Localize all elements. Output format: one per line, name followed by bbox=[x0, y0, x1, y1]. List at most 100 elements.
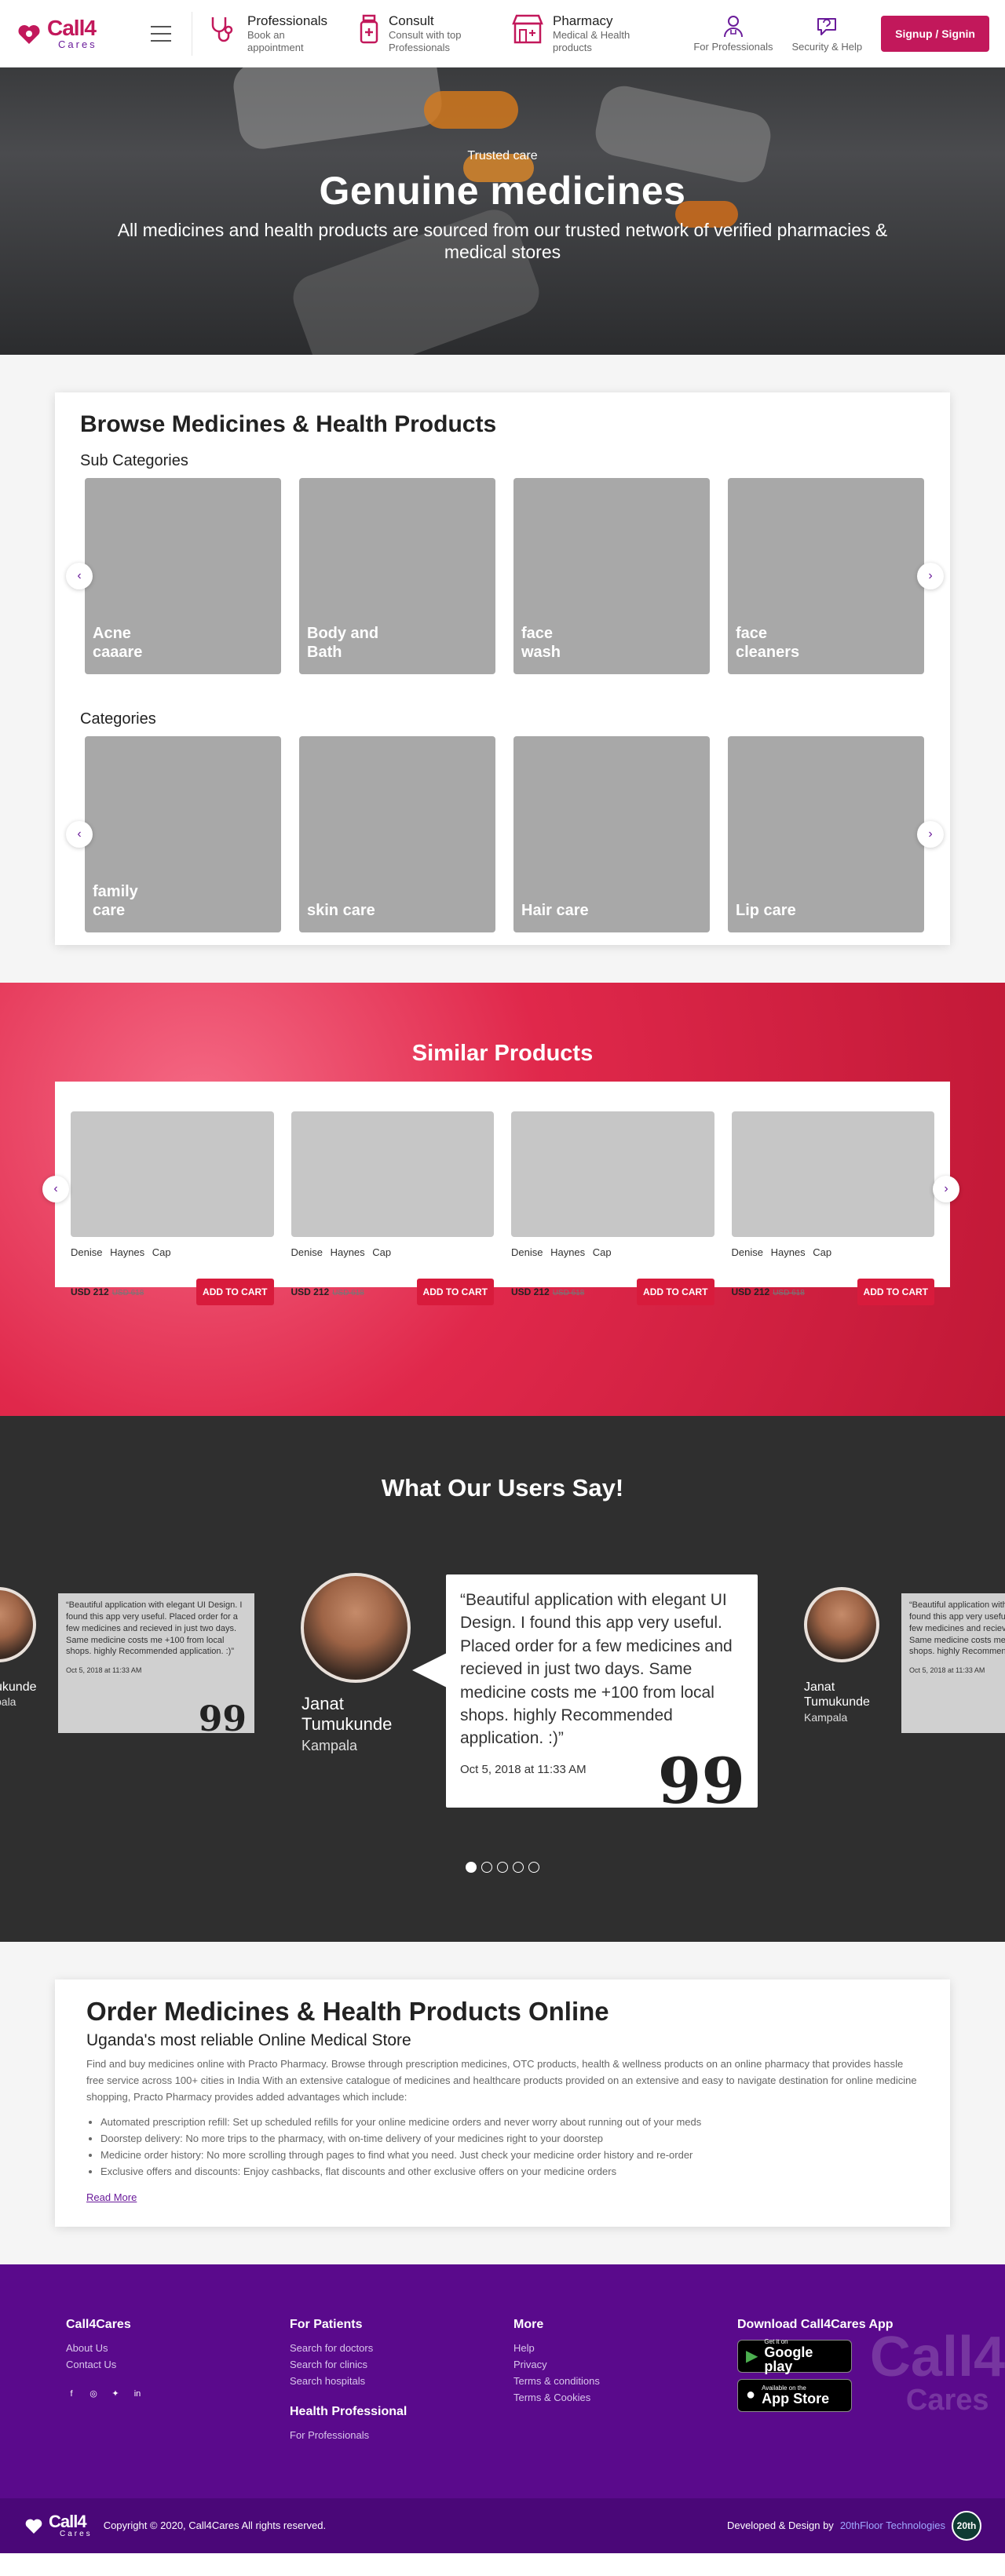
tile-label: face cleaners bbox=[736, 625, 800, 661]
footer-link[interactable]: Privacy bbox=[513, 2356, 737, 2373]
add-to-cart-button[interactable]: ADD TO CART bbox=[857, 1279, 934, 1305]
testimonial-city-partial: pala bbox=[0, 1695, 16, 1708]
store-big-text: App Store bbox=[762, 2391, 830, 2407]
browse-title: Browse Medicines & Health Products bbox=[80, 411, 497, 437]
nav-consult-sub: Consult with top Professionals bbox=[389, 28, 462, 54]
brand-logo[interactable]: Call4 Cares bbox=[16, 17, 133, 49]
order-subtitle: Uganda's most reliable Online Medical St… bbox=[86, 2031, 411, 2049]
testimonial-name: Janat Tumukunde bbox=[804, 1680, 870, 1709]
logo-sub-text: Cares bbox=[60, 2529, 93, 2538]
product-price: USD 212 USD 618 bbox=[732, 1286, 805, 1297]
footer-link-contact[interactable]: Contact Us bbox=[66, 2356, 290, 2373]
product-name[interactable]: Denise Haynes Cap bbox=[511, 1246, 714, 1258]
footer-col-more: More Help Privacy Terms & conditions Ter… bbox=[513, 2318, 737, 2443]
footer-link[interactable]: Search hospitals bbox=[290, 2373, 513, 2389]
doctor-icon bbox=[723, 16, 743, 38]
google-play-icon: ▶ bbox=[746, 2348, 758, 2366]
footer-link[interactable]: Help bbox=[513, 2340, 737, 2356]
category-tile[interactable]: skin care bbox=[299, 736, 495, 932]
linkedin-icon[interactable]: in bbox=[132, 2388, 143, 2399]
footer-link-about[interactable]: About Us bbox=[66, 2340, 290, 2356]
sub-category-tile[interactable]: Acne caaare bbox=[85, 478, 281, 674]
testimonials-section: What Our Users Say! ukunde pala “Beautif… bbox=[0, 1416, 1005, 1942]
sub-category-tile[interactable]: face cleaners bbox=[728, 478, 924, 674]
instagram-icon[interactable]: ◎ bbox=[88, 2388, 99, 2399]
carousel-next-button[interactable]: › bbox=[917, 821, 944, 848]
tile-label: Body and Bath bbox=[307, 625, 379, 661]
testimonial-name-partial: ukunde bbox=[0, 1680, 37, 1694]
for-professionals-link[interactable]: For Professionals bbox=[693, 14, 773, 53]
category-tile[interactable]: family care bbox=[85, 736, 281, 932]
testimonial-bubble-active: “Beautiful application with elegant UI D… bbox=[446, 1574, 758, 1818]
footer-link[interactable]: Terms & Cookies bbox=[513, 2389, 737, 2406]
product-card[interactable]: Denise Haynes Cap USD 212 USD 618 ADD TO … bbox=[71, 1111, 274, 1305]
bubble-pointer bbox=[412, 1653, 447, 1688]
carousel-prev-button[interactable]: ‹ bbox=[66, 563, 93, 589]
product-image[interactable] bbox=[71, 1111, 274, 1237]
facebook-icon[interactable]: f bbox=[66, 2388, 77, 2399]
nav-pharmacy-title: Pharmacy bbox=[553, 13, 613, 28]
nav-professionals-title: Professionals bbox=[247, 13, 328, 28]
logo-main-text: Call4 bbox=[47, 16, 97, 40]
pagination-dot[interactable] bbox=[466, 1862, 477, 1873]
product-card[interactable]: Denise Haynes Cap USD 212 USD 618 ADD TO … bbox=[291, 1111, 495, 1305]
product-card[interactable]: Denise Haynes Cap USD 212 USD 618 ADD TO … bbox=[731, 1111, 935, 1305]
sub-category-tile[interactable]: Body and Bath bbox=[299, 478, 495, 674]
advantages-list: Automated prescription refill: Set up sc… bbox=[86, 2114, 919, 2180]
logo-sub-text: Cares bbox=[58, 38, 97, 50]
price-old: USD 618 bbox=[552, 1289, 585, 1297]
add-to-cart-button[interactable]: ADD TO CART bbox=[637, 1279, 714, 1305]
similar-products-card: Denise Haynes Cap USD 212 USD 618 ADD TO … bbox=[55, 1082, 950, 1305]
nav-consult[interactable]: Consult Consult with top Professionals bbox=[357, 13, 487, 55]
nav-professionals[interactable]: Professionals Book an appointment bbox=[206, 13, 334, 55]
add-to-cart-button[interactable]: ADD TO CART bbox=[416, 1279, 494, 1305]
nav-pharmacy[interactable]: Pharmacy Medical & Health products bbox=[510, 13, 647, 55]
testimonial-bubble: “Beautiful application with elegant UI D… bbox=[901, 1593, 1005, 1733]
category-tile[interactable]: Hair care bbox=[513, 736, 710, 932]
footer-logo[interactable]: Call4 Cares bbox=[24, 2512, 93, 2538]
category-tile[interactable]: Lip care bbox=[728, 736, 924, 932]
product-name[interactable]: Denise Haynes Cap bbox=[71, 1246, 274, 1258]
pagination-dot[interactable] bbox=[497, 1862, 508, 1873]
product-name[interactable]: Denise Haynes Cap bbox=[732, 1246, 935, 1258]
add-to-cart-button[interactable]: ADD TO CART bbox=[196, 1279, 274, 1305]
hero-eyebrow: Trusted care bbox=[467, 149, 538, 162]
products-next-button[interactable]: › bbox=[933, 1176, 959, 1202]
testimonial-bubble: “Beautiful application with elegant UI D… bbox=[58, 1593, 254, 1736]
quote-icon: 99 bbox=[657, 1744, 745, 1818]
carousel-next-button[interactable]: › bbox=[917, 563, 944, 589]
product-card[interactable]: Denise Haynes Cap USD 212 USD 618 ADD TO … bbox=[511, 1111, 714, 1305]
product-image[interactable] bbox=[731, 1111, 934, 1237]
stethoscope-heart-icon bbox=[25, 2519, 42, 2534]
footer-link[interactable]: For Professionals bbox=[290, 2427, 513, 2443]
footer-col-title: Health Professional bbox=[290, 2404, 407, 2418]
twitter-icon[interactable]: ✦ bbox=[110, 2388, 121, 2399]
products-prev-button[interactable]: ‹ bbox=[42, 1176, 69, 1202]
signup-signin-button[interactable]: Signup / Signin bbox=[881, 15, 989, 52]
sub-category-tile[interactable]: face wash bbox=[513, 478, 710, 674]
product-name[interactable]: Denise Haynes Cap bbox=[291, 1246, 495, 1258]
app-store-button[interactable]: ● Available on the App Store bbox=[737, 2378, 852, 2412]
categories-carousel: family care skin care Hair care Lip care… bbox=[66, 736, 944, 932]
user-avatar bbox=[804, 1587, 879, 1662]
product-image[interactable] bbox=[511, 1111, 714, 1237]
developer-link[interactable]: 20thFloor Technologies bbox=[840, 2519, 945, 2531]
pagination-dot[interactable] bbox=[481, 1862, 492, 1873]
google-play-button[interactable]: ▶ Get it on Google play bbox=[737, 2338, 852, 2373]
price-current: USD 212 bbox=[511, 1286, 550, 1297]
hero-subtitle: All medicines and health products are so… bbox=[117, 220, 888, 262]
product-image[interactable] bbox=[291, 1111, 494, 1237]
read-more-link[interactable]: Read More bbox=[86, 2191, 137, 2203]
pagination-dot[interactable] bbox=[513, 1862, 524, 1873]
carousel-prev-button[interactable]: ‹ bbox=[66, 821, 93, 848]
menu-toggle-button[interactable] bbox=[151, 25, 171, 42]
security-help-link[interactable]: Security & Help bbox=[792, 14, 862, 53]
copyright-text: Copyright © 2020, Call4Cares All rights … bbox=[103, 2519, 327, 2532]
developer-credit: Developed & Design by 20thFloor Technolo… bbox=[727, 2510, 981, 2541]
footer-link[interactable]: Search for clinics bbox=[290, 2356, 513, 2373]
pagination-dot[interactable] bbox=[528, 1862, 539, 1873]
footer-link[interactable]: Search for doctors bbox=[290, 2340, 513, 2356]
user-avatar bbox=[301, 1573, 411, 1683]
testimonial-quote: “Beautiful application with elegant UI D… bbox=[909, 1600, 1005, 1657]
footer-link[interactable]: Terms & conditions bbox=[513, 2373, 737, 2389]
